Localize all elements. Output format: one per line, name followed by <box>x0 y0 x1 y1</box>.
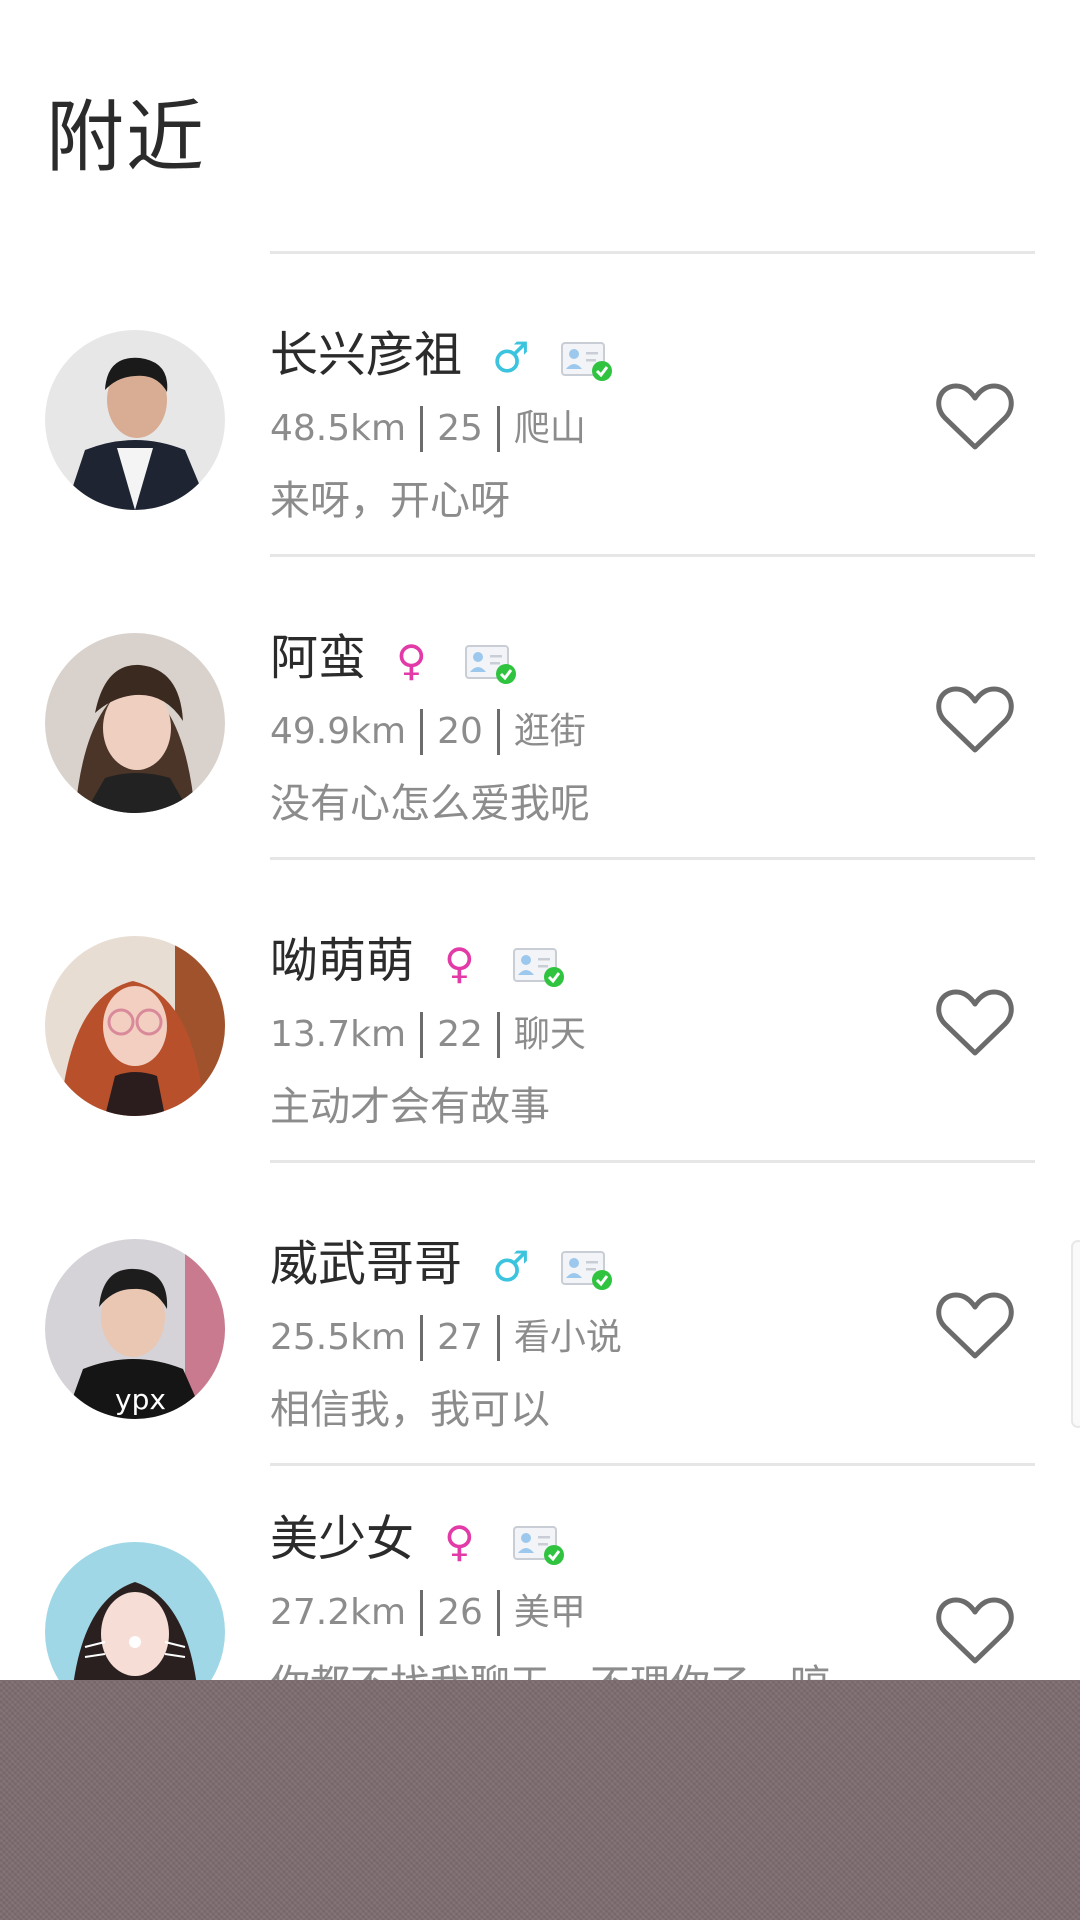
age-text: 20 <box>437 711 483 752</box>
distance-text: 48.5km <box>270 408 407 449</box>
list-divider <box>270 857 1035 860</box>
list-divider <box>270 1160 1035 1163</box>
user-meta: 27.2km 26 美甲 <box>270 1589 586 1637</box>
female-icon: ♀ <box>396 636 427 685</box>
avatar[interactable] <box>45 633 225 813</box>
hobby-text: 聊天 <box>513 1014 586 1055</box>
heart-outline-icon <box>936 1292 1014 1359</box>
age-text: 25 <box>437 408 483 449</box>
heart-outline-icon <box>936 989 1014 1056</box>
male-icon: ♂ <box>492 1242 530 1291</box>
like-button[interactable] <box>935 1290 1015 1362</box>
meta-separator <box>496 1590 500 1636</box>
verified-id-card-icon <box>464 642 518 686</box>
like-button[interactable] <box>935 684 1015 756</box>
meta-separator <box>420 709 424 755</box>
user-bio: 主动才会有故事 <box>270 1084 550 1130</box>
list-divider <box>270 1463 1035 1466</box>
meta-separator <box>496 406 500 452</box>
user-meta: 49.9km 20 逛街 <box>270 708 586 756</box>
heart-outline-icon <box>936 1597 1014 1664</box>
verified-id-card-icon <box>512 1523 566 1567</box>
user-meta: 48.5km 25 爬山 <box>270 405 586 453</box>
user-name: 美少女 <box>270 1511 415 1567</box>
list-divider <box>270 251 1035 254</box>
meta-separator <box>420 1315 424 1361</box>
user-list-item[interactable]: ypx 威武哥哥 ♂ 25.5km 27 看小说 相信我，我可以 <box>0 1164 1080 1464</box>
avatar[interactable] <box>45 936 225 1116</box>
like-button[interactable] <box>935 1595 1015 1667</box>
age-text: 27 <box>437 1317 483 1358</box>
age-text: 26 <box>437 1592 483 1633</box>
hobby-text: 看小说 <box>513 1317 622 1358</box>
verified-id-card-icon <box>560 339 614 383</box>
meta-separator <box>496 1315 500 1361</box>
hobby-text: 逛街 <box>513 711 586 752</box>
scroll-handle[interactable] <box>1071 1240 1080 1428</box>
user-bio: 没有心怎么爱我呢 <box>270 781 590 827</box>
meta-separator <box>496 709 500 755</box>
bottom-overlay <box>0 1680 1080 1920</box>
heart-outline-icon <box>936 383 1014 450</box>
user-name: 威武哥哥 <box>270 1236 463 1292</box>
male-icon: ♂ <box>492 333 530 382</box>
distance-text: 25.5km <box>270 1317 407 1358</box>
user-bio: 来呀，开心呀 <box>270 478 510 524</box>
user-name: 阿蛮 <box>270 630 367 686</box>
avatar[interactable] <box>45 330 225 510</box>
user-list-item[interactable]: 呦萌萌 ♀ 13.7km 22 聊天 主动才会有故事 <box>0 861 1080 1161</box>
meta-separator <box>420 406 424 452</box>
verified-id-card-icon <box>512 945 566 989</box>
meta-separator <box>496 1012 500 1058</box>
like-button[interactable] <box>935 987 1015 1059</box>
page-title: 附近 <box>46 93 207 183</box>
user-name: 呦萌萌 <box>270 933 415 989</box>
user-list-item[interactable]: 长兴彦祖 ♂ 48.5km 25 爬山 来呀，开心呀 <box>0 255 1080 555</box>
hobby-text: 美甲 <box>513 1592 586 1633</box>
like-button[interactable] <box>935 381 1015 453</box>
verified-id-card-icon <box>560 1248 614 1292</box>
user-meta: 25.5km 27 看小说 <box>270 1314 622 1362</box>
hobby-text: 爬山 <box>513 408 586 449</box>
user-meta: 13.7km 22 聊天 <box>270 1011 586 1059</box>
heart-outline-icon <box>936 686 1014 753</box>
age-text: 22 <box>437 1014 483 1055</box>
distance-text: 49.9km <box>270 711 407 752</box>
meta-separator <box>420 1590 424 1636</box>
nearby-page: 附近 长兴彦祖 ♂ 48.5km 25 爬山 来呀，开心呀 阿蛮 ♀ 49.9k… <box>0 0 1080 1920</box>
list-divider <box>270 554 1035 557</box>
user-bio: 相信我，我可以 <box>270 1387 550 1433</box>
meta-separator <box>420 1012 424 1058</box>
distance-text: 13.7km <box>270 1014 407 1055</box>
distance-text: 27.2km <box>270 1592 407 1633</box>
avatar[interactable]: ypx <box>45 1239 225 1419</box>
female-icon: ♀ <box>444 939 475 988</box>
user-name: 长兴彦祖 <box>270 327 463 383</box>
user-list-item[interactable]: 阿蛮 ♀ 49.9km 20 逛街 没有心怎么爱我呢 <box>0 558 1080 858</box>
female-icon: ♀ <box>444 1517 475 1566</box>
svg-text:ypx: ypx <box>115 1383 166 1416</box>
